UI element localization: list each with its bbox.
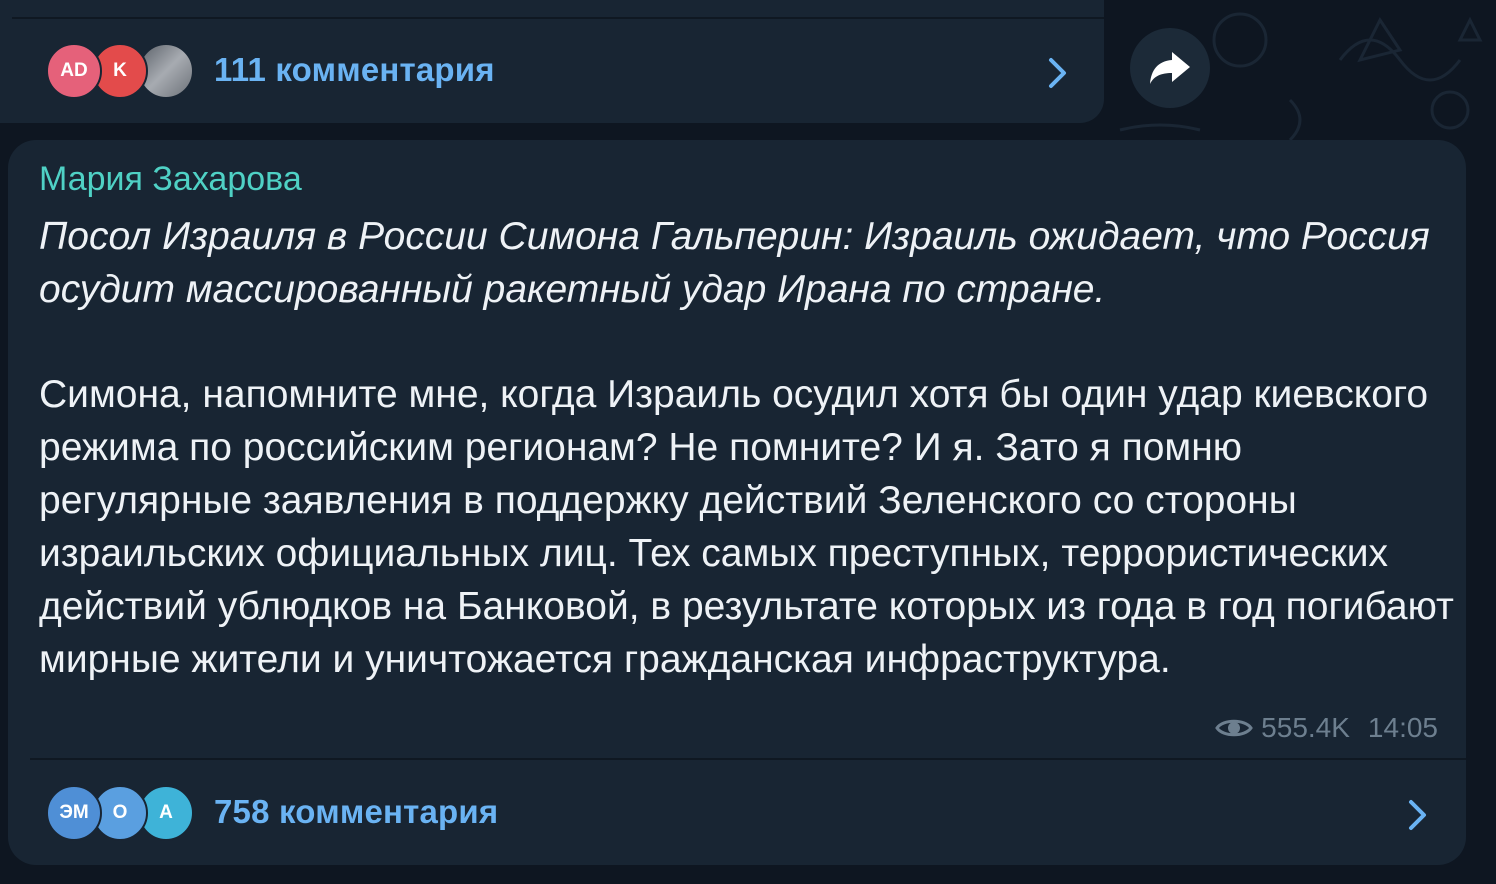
comments-divider (12, 17, 1104, 19)
chevron-right-icon (1049, 58, 1066, 88)
comments-button[interactable]: ЭМ О А 758 комментария (8, 766, 1466, 856)
avatar: AD (46, 43, 102, 99)
commenter-avatars: ЭМ О А (46, 785, 196, 841)
avatar-initials: AD (60, 60, 88, 81)
chevron-right-icon (1409, 800, 1426, 830)
comments-divider (30, 758, 1466, 760)
quoted-text: Посол Израиля в России Симона Гальперин:… (39, 215, 1430, 311)
avatar-initials: А (159, 802, 173, 823)
message-text: Симона, напомните мне, когда Израиль осу… (39, 373, 1454, 681)
author-name[interactable]: Мария Захарова (39, 160, 302, 199)
avatar-initials: О (112, 802, 128, 823)
commenter-avatars: AD K (46, 43, 196, 99)
views-count: 555.4K (1261, 712, 1350, 743)
previous-message-bubble: AD K 111 комментария (0, 0, 1104, 123)
comments-count-label: 758 комментария (214, 793, 499, 830)
share-button[interactable] (1130, 28, 1210, 108)
eye-icon (1215, 719, 1253, 737)
comments-count-label: 111 комментария (214, 51, 495, 88)
message-bubble: Мария Захарова Посол Израиля в России Си… (8, 140, 1466, 865)
avatar-initials: K (113, 60, 127, 81)
avatar-initials: ЭМ (59, 802, 89, 823)
avatar: ЭМ (46, 785, 102, 841)
message-time: 14:05 (1367, 712, 1438, 743)
share-icon (1150, 52, 1190, 84)
comments-button-previous[interactable]: AD K 111 комментария (0, 24, 1104, 114)
message-meta: 555.4K 14:05 (1215, 712, 1438, 744)
